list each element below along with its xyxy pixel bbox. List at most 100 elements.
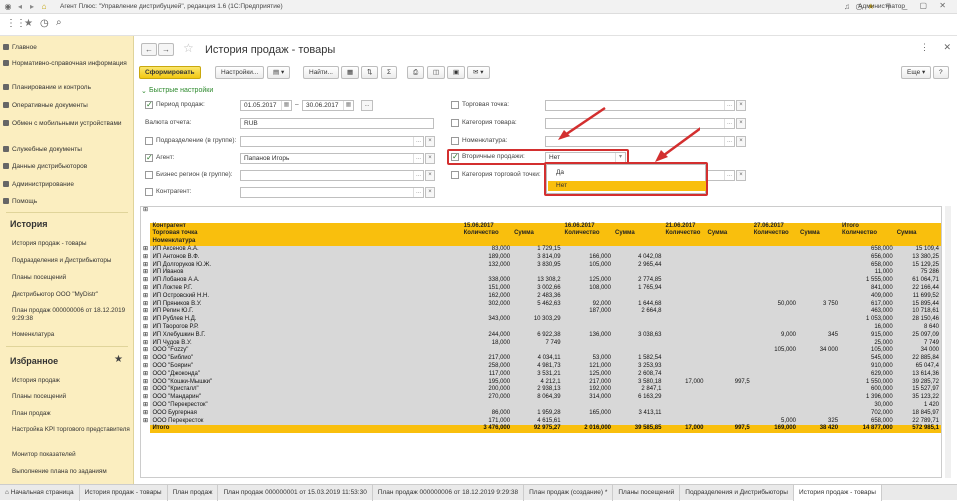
tab-window[interactable]: План продаж (создание) *	[524, 485, 614, 501]
dropdown-icon[interactable]: ...	[724, 171, 734, 180]
period-checkbox[interactable]	[145, 100, 153, 109]
home-icon[interactable]: ⌂	[38, 2, 50, 11]
expand-toggle[interactable]: ⊞	[141, 284, 151, 293]
clear-button[interactable]: ×	[736, 170, 746, 181]
region-field[interactable]: ...	[240, 170, 424, 181]
sidebar-item-service[interactable]: Служебные документы	[0, 146, 134, 154]
back-icon[interactable]: ◂	[14, 2, 26, 11]
history-link[interactable]: Дистрибьютор ООО "MyDistr"	[12, 291, 130, 299]
tab-window[interactable]: Планы посещений	[613, 485, 681, 501]
expand-toggle[interactable]: ⊞	[141, 355, 151, 363]
contractor-field[interactable]: ...	[240, 187, 424, 198]
sidebar-item-admin[interactable]: Администрирование	[0, 181, 134, 189]
tab-window[interactable]: Подразделения и Дистрибьюторы	[680, 485, 794, 501]
sidebar-item-nsi[interactable]: Нормативно-справочная информация	[0, 60, 134, 68]
expand-toggle[interactable]: ⊞	[141, 308, 151, 317]
expand-toggle[interactable]: ⊞	[141, 394, 151, 402]
outlet-checkbox[interactable]	[451, 101, 459, 109]
preview-button[interactable]: ◫	[427, 66, 446, 79]
help-button[interactable]: ?	[933, 66, 949, 79]
group-button[interactable]: ⇅	[361, 66, 379, 79]
clear-button[interactable]: ×	[736, 118, 746, 129]
tab-window[interactable]: План продаж 000000006 от 18.12.2019 9:29…	[373, 485, 525, 501]
dropdown-icon[interactable]: ...	[413, 154, 423, 163]
quick-settings-title[interactable]: Быстрые настройки	[149, 87, 213, 94]
expand-toggle[interactable]: ⊞	[141, 207, 150, 215]
favorite-link[interactable]: План продаж	[12, 410, 130, 418]
tab-window-active[interactable]: История продаж - товары	[793, 485, 882, 501]
favorite-link[interactable]: История продаж	[12, 377, 130, 385]
clear-button[interactable]: ×	[425, 153, 435, 164]
calendar-icon[interactable]: ▦	[281, 101, 291, 110]
expand-toggle[interactable]: ⊞	[141, 292, 151, 301]
clear-button[interactable]: ×	[425, 170, 435, 181]
dropdown-icon[interactable]: ...	[413, 188, 423, 197]
dropdown-icon[interactable]: ...	[724, 119, 734, 128]
search-icon[interactable]: ⌕	[56, 17, 62, 28]
save-button[interactable]: ▣	[447, 66, 466, 79]
apps-grid-icon[interactable]: ⋮⋮	[6, 18, 26, 29]
expand-toggle[interactable]: ⊞	[141, 269, 151, 278]
calendar-icon[interactable]: ▦	[343, 101, 353, 110]
currency-field[interactable]: RUB	[240, 118, 434, 129]
forward-button[interactable]: →	[158, 43, 174, 56]
history-link[interactable]: План продаж 000000006 от 18.12.2019 9:29…	[12, 307, 130, 323]
expand-toggle[interactable]: ⊞	[141, 261, 151, 270]
division-checkbox[interactable]	[145, 137, 153, 145]
back-button[interactable]: ←	[141, 43, 157, 56]
agent-checkbox[interactable]	[145, 153, 153, 162]
sidebar-item-planning[interactable]: Планирование и контроль	[0, 84, 134, 92]
bell-icon[interactable]: ♫	[841, 2, 853, 11]
expand-toggle[interactable]: ⊞	[141, 300, 151, 309]
tab-window[interactable]: План продаж 000000001 от 15.03.2019 11:5…	[218, 485, 373, 501]
favorites-star-icon[interactable]: ★	[24, 18, 33, 29]
history-link[interactable]: История продаж - товары	[12, 240, 130, 248]
favorite-link[interactable]: Монитор показателей	[12, 451, 130, 459]
sidebar-item-help[interactable]: Помощь	[0, 198, 134, 206]
tab-window[interactable]: История продаж - товары	[80, 485, 168, 501]
expand-toggle[interactable]: ⊞	[141, 347, 151, 356]
secondary-sales-checkbox[interactable]	[451, 152, 459, 161]
expand-toggle[interactable]: ⊞	[141, 316, 151, 324]
sidebar-item-operative[interactable]: Оперативные документы	[0, 102, 134, 110]
expand-toggle[interactable]: ⊞	[141, 245, 151, 254]
nomenclature-checkbox[interactable]	[451, 137, 459, 145]
favorite-link[interactable]: Планы посещений	[12, 393, 130, 401]
clear-button[interactable]: ×	[736, 100, 746, 111]
expand-button[interactable]: ▦	[341, 66, 360, 79]
division-field[interactable]: ...	[240, 136, 424, 147]
sum-button[interactable]: Σ	[381, 66, 398, 79]
expand-toggle[interactable]: ⊞	[141, 417, 151, 426]
forward-icon[interactable]: ▸	[26, 2, 38, 11]
favorite-link[interactable]: Выполнение плана по заданиям	[12, 468, 130, 476]
tab-window[interactable]: План продаж	[168, 485, 219, 501]
dropdown-icon[interactable]: ...	[413, 137, 423, 146]
tab-home[interactable]: ⌂ Начальная страница	[0, 485, 80, 501]
region-checkbox[interactable]	[145, 171, 153, 179]
date-from-field[interactable]: 01.05.2017 ▦	[240, 100, 292, 111]
expand-toggle[interactable]: ⊞	[141, 339, 151, 348]
dropdown-icon[interactable]: ...	[724, 137, 734, 146]
period-choose-button[interactable]: ...	[361, 100, 373, 111]
history-link[interactable]: Номенклатура	[12, 331, 130, 339]
more-menu-icon[interactable]: ⋮	[920, 42, 929, 53]
variant-button[interactable]: ▤ ▾	[267, 66, 291, 79]
sidebar-item-mobile[interactable]: Обмен с мобильными устройствами	[0, 120, 134, 128]
sidebar-item-main[interactable]: Главное	[0, 44, 134, 52]
find-button[interactable]: Найти...	[303, 66, 339, 79]
agent-field[interactable]: Папанов Игорь...	[240, 153, 424, 164]
scrollbar[interactable]	[945, 206, 951, 478]
expand-toggle[interactable]: ⊞	[141, 253, 151, 262]
window-controls[interactable]: ≡ _ ▢ ✕	[886, 1, 951, 10]
generate-button[interactable]: Сформировать	[139, 66, 201, 79]
contractor-checkbox[interactable]	[145, 188, 153, 196]
expand-toggle[interactable]: ⊞	[141, 401, 151, 410]
sidebar-item-distributors[interactable]: Данные дистрибьюторов	[0, 163, 134, 171]
close-icon[interactable]: ✕	[943, 42, 951, 53]
history-clock-icon[interactable]: ◷	[40, 18, 49, 29]
history-link[interactable]: Планы посещений	[12, 274, 130, 282]
expand-toggle[interactable]: ⊞	[141, 370, 151, 379]
expand-toggle[interactable]: ⊞	[141, 362, 151, 371]
expand-toggle[interactable]: ⊞	[141, 323, 151, 332]
goods-category-checkbox[interactable]	[451, 119, 459, 127]
